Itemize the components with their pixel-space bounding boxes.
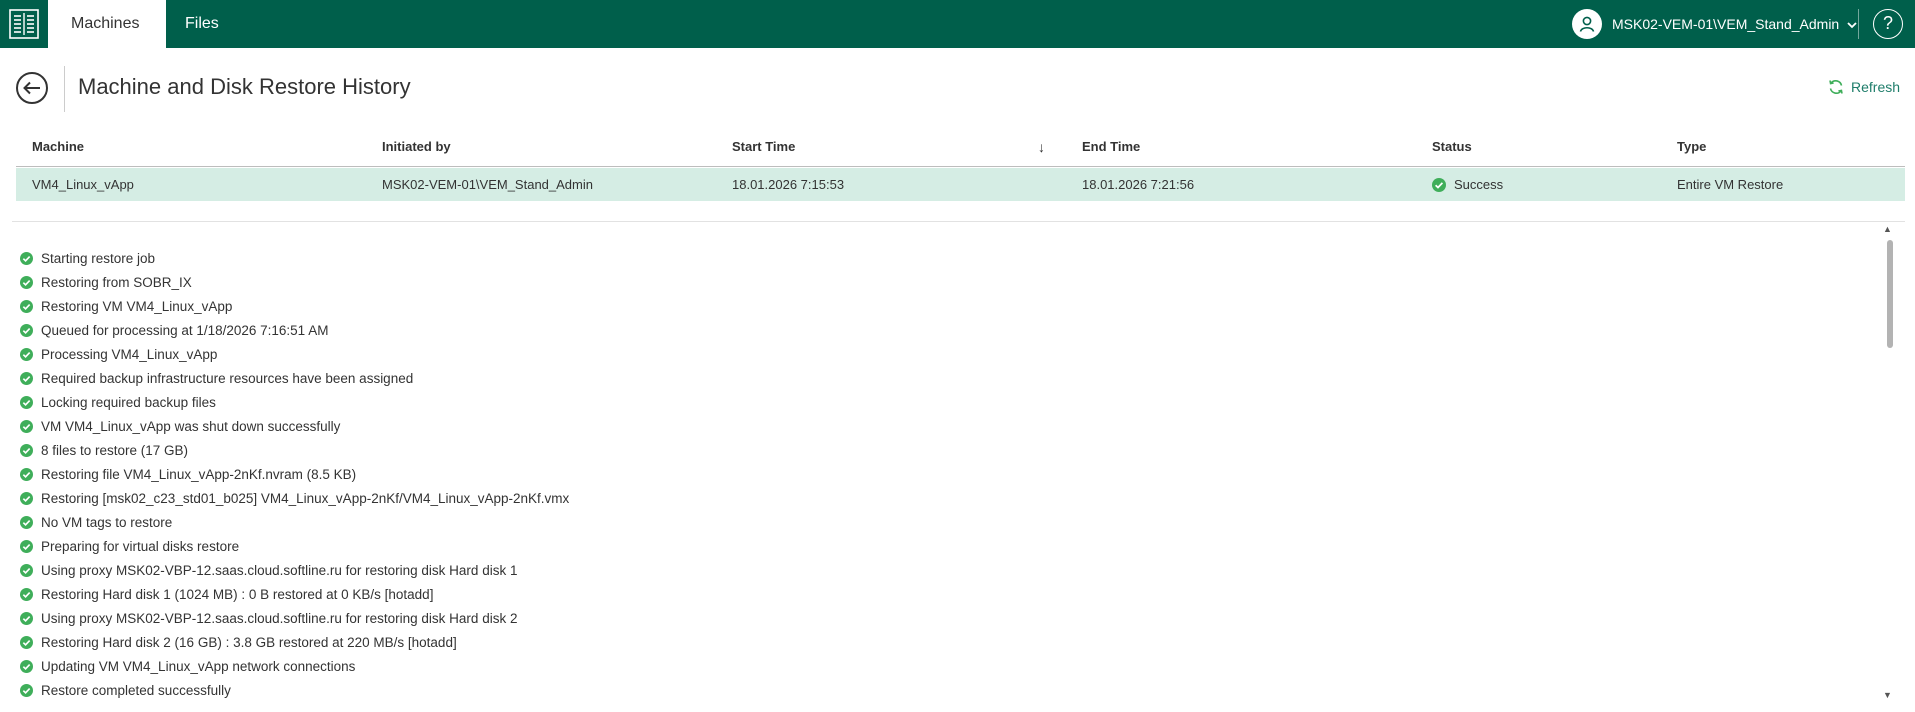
- top-navigation-bar: Machines Files MSK02-VEM-01\VEM_Stand_Ad…: [0, 0, 1915, 48]
- user-menu[interactable]: MSK02-VEM-01\VEM_Stand_Admin: [1572, 9, 1857, 39]
- column-header-initiated-by[interactable]: Initiated by: [382, 127, 451, 166]
- success-check-icon: [20, 587, 33, 601]
- log-item: Starting restore job: [20, 246, 1880, 270]
- success-check-icon: [20, 323, 33, 337]
- log-item-text: Updating VM VM4_Linux_vApp network conne…: [41, 658, 356, 674]
- log-item: Queued for processing at 1/18/2026 7:16:…: [20, 318, 1880, 342]
- column-header-type[interactable]: Type: [1677, 127, 1706, 166]
- column-header-end-time[interactable]: End Time: [1082, 127, 1140, 166]
- success-check-icon: [20, 611, 33, 625]
- refresh-button[interactable]: Refresh: [1828, 79, 1900, 95]
- log-item-text: Restoring file VM4_Linux_vApp-2nKf.nvram…: [41, 466, 357, 482]
- cell-initiated-by: MSK02-VEM-01\VEM_Stand_Admin: [382, 177, 593, 192]
- log-item-text: Restoring VM VM4_Linux_vApp: [41, 298, 233, 314]
- log-item: Required backup infrastructure resources…: [20, 366, 1880, 390]
- log-item: Using proxy MSK02-VBP-12.saas.cloud.soft…: [20, 606, 1880, 630]
- success-check-icon: [20, 275, 33, 289]
- back-arrow-icon: [23, 81, 40, 95]
- back-button[interactable]: [16, 72, 48, 104]
- success-check-icon: [20, 683, 33, 697]
- success-check-icon: [20, 515, 33, 529]
- cell-end-time: 18.01.2026 7:21:56: [1082, 177, 1195, 192]
- restore-log: Starting restore job Restoring from SOBR_…: [20, 246, 1880, 702]
- page-title: Machine and Disk Restore History: [78, 74, 411, 99]
- log-item: Using proxy MSK02-VBP-12.saas.cloud.soft…: [20, 558, 1880, 582]
- log-item: VM VM4_Linux_vApp was shut down successf…: [20, 414, 1880, 438]
- cell-start-time: 18.01.2026 7:15:53: [732, 177, 845, 192]
- log-item: Restoring Hard disk 1 (1024 MB) : 0 B re…: [20, 582, 1880, 606]
- topbar-divider: [1858, 9, 1859, 39]
- title-separator: [64, 66, 65, 112]
- success-check-icon: [20, 467, 33, 481]
- log-item-text: Preparing for virtual disks restore: [41, 538, 240, 554]
- log-item-text: Restoring Hard disk 2 (16 GB) : 3.8 GB r…: [41, 634, 457, 650]
- chevron-down-icon: [1847, 16, 1857, 32]
- cell-type: Entire VM Restore: [1677, 177, 1784, 192]
- log-item: Restoring VM VM4_Linux_vApp: [20, 294, 1880, 318]
- app-logo-icon[interactable]: [0, 0, 48, 48]
- sort-descending-icon[interactable]: ↓: [1038, 127, 1045, 166]
- log-item: Restoring file VM4_Linux_vApp-2nKf.nvram…: [20, 462, 1880, 486]
- cell-machine: VM4_Linux_vApp: [32, 177, 134, 192]
- success-check-icon: [20, 563, 33, 577]
- log-item-text: Starting restore job: [41, 250, 156, 266]
- table-header: Machine Initiated by Start Time ↓ End Ti…: [16, 127, 1905, 167]
- log-item: No VM tags to restore: [20, 510, 1880, 534]
- tab-machines[interactable]: Machines: [48, 0, 166, 48]
- log-item-text: 8 files to restore (17 GB): [41, 442, 189, 458]
- success-check-icon: [1432, 177, 1446, 192]
- refresh-icon: [1829, 80, 1843, 94]
- log-item: Restoring Hard disk 2 (16 GB) : 3.8 GB r…: [20, 630, 1880, 654]
- success-check-icon: [20, 659, 33, 673]
- help-button[interactable]: ?: [1873, 9, 1903, 39]
- scroll-up-arrow-icon[interactable]: ▲: [1883, 224, 1892, 234]
- success-check-icon: [20, 419, 33, 433]
- log-item: Updating VM VM4_Linux_vApp network conne…: [20, 654, 1880, 678]
- column-header-status[interactable]: Status: [1432, 127, 1472, 166]
- log-item-text: Restoring Hard disk 1 (1024 MB) : 0 B re…: [41, 586, 434, 602]
- log-item-text: No VM tags to restore: [41, 514, 173, 530]
- section-divider: [12, 221, 1905, 222]
- success-check-icon: [20, 539, 33, 553]
- log-item-text: Restoring from SOBR_IX: [41, 274, 192, 290]
- success-check-icon: [20, 347, 33, 361]
- log-item: Processing VM4_Linux_vApp: [20, 342, 1880, 366]
- log-item-text: VM VM4_Linux_vApp was shut down successf…: [41, 418, 341, 434]
- status-text: Success: [1454, 177, 1504, 192]
- column-header-start-time[interactable]: Start Time: [732, 127, 795, 166]
- cell-status: Success: [1432, 168, 1503, 201]
- success-check-icon: [20, 443, 33, 457]
- success-check-icon: [20, 371, 33, 385]
- log-item-text: Using proxy MSK02-VBP-12.saas.cloud.soft…: [41, 610, 518, 626]
- log-item-text: Queued for processing at 1/18/2026 7:16:…: [41, 322, 329, 338]
- restore-history-table: Machine Initiated by Start Time ↓ End Ti…: [16, 127, 1905, 201]
- log-item-text: Restore completed successfully: [41, 682, 231, 698]
- success-check-icon: [20, 635, 33, 649]
- log-item-text: Locking required backup files: [41, 394, 216, 410]
- table-row[interactable]: VM4_Linux_vApp MSK02-VEM-01\VEM_Stand_Ad…: [16, 168, 1905, 201]
- log-item: Restoring [msk02_c23_std01_b025] VM4_Lin…: [20, 486, 1880, 510]
- success-check-icon: [20, 395, 33, 409]
- success-check-icon: [20, 251, 33, 265]
- user-name: MSK02-VEM-01\VEM_Stand_Admin: [1612, 16, 1840, 32]
- log-item: 8 files to restore (17 GB): [20, 438, 1880, 462]
- tab-files[interactable]: Files: [163, 0, 241, 48]
- scrollbar-thumb[interactable]: [1887, 240, 1893, 348]
- log-item-text: Using proxy MSK02-VBP-12.saas.cloud.soft…: [41, 562, 518, 578]
- scroll-down-arrow-icon[interactable]: ▼: [1883, 690, 1892, 700]
- log-item: Restoring from SOBR_IX: [20, 270, 1880, 294]
- success-check-icon: [20, 299, 33, 313]
- success-check-icon: [20, 491, 33, 505]
- log-item: Restore completed successfully: [20, 678, 1880, 702]
- user-icon: [1572, 9, 1602, 39]
- column-header-machine[interactable]: Machine: [32, 127, 84, 166]
- log-item: Preparing for virtual disks restore: [20, 534, 1880, 558]
- log-item-text: Required backup infrastructure resources…: [41, 370, 414, 386]
- log-item-text: Processing VM4_Linux_vApp: [41, 346, 218, 362]
- refresh-label: Refresh: [1851, 79, 1901, 95]
- log-item: Locking required backup files: [20, 390, 1880, 414]
- log-item-text: Restoring [msk02_c23_std01_b025] VM4_Lin…: [41, 490, 570, 506]
